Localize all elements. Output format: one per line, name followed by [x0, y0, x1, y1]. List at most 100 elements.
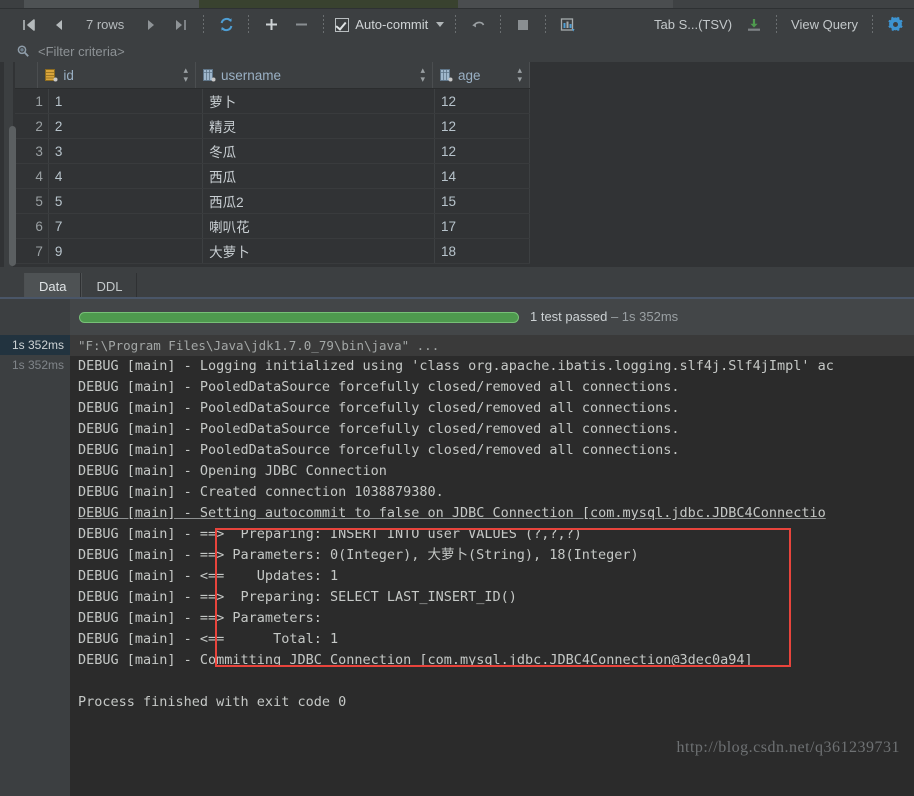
view-query-button[interactable]: View Query	[784, 17, 865, 32]
gear-icon[interactable]	[880, 14, 910, 36]
console-command-line: "F:\Program Files\Java\jdk1.7.0_79\bin\j…	[70, 335, 914, 356]
tab-ddl[interactable]: DDL	[81, 273, 138, 299]
sort-toggle-icon[interactable]: ▴ ▾	[420, 66, 425, 84]
undo-arrow-icon[interactable]	[463, 14, 493, 36]
grid-vertical-scrollbar[interactable]	[4, 62, 16, 267]
test-progress-bar-row: 1 test passed – 1s 352ms	[70, 299, 914, 335]
toolbar-separator	[776, 14, 778, 35]
filter-input-wrap[interactable]: <Filter criteria>	[0, 44, 125, 59]
tab-data[interactable]: Data	[24, 273, 82, 299]
chevron-down-icon[interactable]	[436, 22, 445, 27]
cell-username[interactable]: 精灵	[203, 114, 435, 138]
column-header-label: username	[221, 67, 282, 83]
cell-username[interactable]: 大萝卜	[203, 239, 435, 263]
toolbar-left-group: 7 rows Auto-commit	[0, 14, 583, 36]
auto-commit-checkbox[interactable]	[335, 17, 350, 32]
grid-scrollbar-thumb[interactable]	[9, 126, 16, 266]
auto-commit-label: Auto-commit	[355, 17, 429, 32]
stop-square-icon[interactable]	[508, 14, 538, 36]
cell-id[interactable]: 7	[49, 214, 204, 238]
console-log-line: DEBUG [main] - PooledDataSource forceful…	[78, 400, 680, 416]
cell-age[interactable]: 12	[435, 114, 530, 138]
table-row[interactable]: 3 3 冬瓜 12	[15, 139, 530, 164]
test-progress-bar	[79, 312, 519, 323]
table-header-row: id ▴ ▾ username ▴ ▾ age ▴ ▾	[15, 62, 530, 89]
row-number-cell: 4	[15, 164, 49, 188]
cell-id[interactable]: 4	[49, 164, 204, 188]
console-log-line: DEBUG [main] - ==> Parameters:	[78, 610, 322, 626]
column-header-label: id	[63, 67, 74, 83]
cell-id[interactable]: 3	[49, 139, 204, 163]
cell-age[interactable]: 15	[435, 189, 530, 213]
column-header-id[interactable]: id ▴ ▾	[38, 62, 197, 88]
skip-to-last-icon[interactable]	[166, 14, 196, 36]
filter-bar[interactable]: <Filter criteria>	[0, 40, 914, 63]
cell-username[interactable]: 萝卜	[203, 89, 435, 113]
cell-username[interactable]: 冬瓜	[203, 139, 435, 163]
gutter-timestamp: 1s 352ms	[0, 335, 70, 355]
cell-age[interactable]: 12	[435, 89, 530, 113]
test-runner-panel: 1 test passed – 1s 352ms 1s 352ms 1s 352m…	[0, 299, 914, 796]
table-row[interactable]: 5 5 西瓜2 15	[15, 189, 530, 214]
table-row[interactable]: 4 4 西瓜 14	[15, 164, 530, 189]
skip-to-first-icon[interactable]	[14, 14, 44, 36]
output-format-label[interactable]: Tab S...(TSV)	[647, 17, 739, 32]
console-log-line: DEBUG [main] - PooledDataSource forceful…	[78, 442, 680, 458]
filter-criteria-input[interactable]: <Filter criteria>	[38, 44, 125, 59]
toolbar-separator	[203, 14, 205, 35]
result-grid: id ▴ ▾ username ▴ ▾ age ▴ ▾ 1 1 萝卜 12 2 …	[0, 62, 914, 332]
toolbar-separator	[872, 14, 873, 35]
cell-username[interactable]: 西瓜2	[203, 189, 435, 213]
column-header-username[interactable]: username ▴ ▾	[196, 62, 433, 88]
table-row[interactable]: 6 7 喇叭花 17	[15, 214, 530, 239]
watermark-text: http://blog.csdn.net/q361239731	[676, 739, 900, 756]
next-page-icon[interactable]	[136, 14, 166, 36]
console-log-line: DEBUG [main] - Logging initialized using…	[78, 358, 834, 374]
table-row[interactable]: 7 9 大萝卜 18	[15, 239, 530, 264]
cell-id[interactable]: 5	[49, 189, 204, 213]
cell-age[interactable]: 17	[435, 214, 530, 238]
table-row[interactable]: 1 1 萝卜 12	[15, 89, 530, 114]
cell-username[interactable]: 西瓜	[203, 164, 435, 188]
cell-age[interactable]: 12	[435, 139, 530, 163]
console-line-list: "F:\Program Files\Java\jdk1.7.0_79\bin\j…	[70, 335, 914, 713]
column-header-label: age	[458, 67, 481, 83]
toolbar-separator	[248, 14, 250, 35]
toolbar-separator	[545, 14, 547, 35]
cell-username[interactable]: 喇叭花	[203, 214, 435, 238]
console-output[interactable]: "F:\Program Files\Java\jdk1.7.0_79\bin\j…	[70, 335, 914, 796]
toolbar-right-group: Tab S...(TSV) View Query	[647, 14, 914, 36]
grid-tab-strip: Data DDL	[0, 267, 914, 299]
cell-age[interactable]: 14	[435, 164, 530, 188]
table-column-icon	[439, 68, 453, 82]
test-status-text: 1 test passed – 1s 352ms	[530, 309, 678, 324]
console-log-line[interactable]: DEBUG [main] - Setting autocommit to fal…	[70, 503, 914, 524]
auto-commit-toggle[interactable]: Auto-commit	[331, 14, 448, 36]
previous-page-icon[interactable]	[44, 14, 74, 36]
sort-toggle-icon[interactable]: ▴ ▾	[517, 66, 522, 84]
filter-search-icon	[16, 44, 30, 58]
sort-toggle-icon[interactable]: ▴ ▾	[184, 66, 189, 84]
cell-age[interactable]: 18	[435, 239, 530, 263]
row-number-cell: 3	[15, 139, 49, 163]
console-log-line: DEBUG [main] - Committing JDBC Connectio…	[78, 652, 753, 668]
toolbar-separator	[455, 14, 457, 35]
toolbar-separator	[323, 14, 325, 35]
console-log-line: Process finished with exit code 0	[78, 694, 347, 710]
toolbar-separator	[500, 14, 502, 35]
cell-id[interactable]: 9	[49, 239, 204, 263]
table-row[interactable]: 2 2 精灵 12	[15, 114, 530, 139]
database-export-icon[interactable]	[553, 14, 583, 36]
minus-icon[interactable]	[286, 14, 316, 36]
download-icon[interactable]	[739, 14, 769, 36]
console-log-line: DEBUG [main] - Created connection 103887…	[78, 484, 444, 500]
cell-id[interactable]: 1	[49, 89, 204, 113]
reload-icon[interactable]	[211, 14, 241, 36]
row-number-cell: 5	[15, 189, 49, 213]
result-table: id ▴ ▾ username ▴ ▾ age ▴ ▾ 1 1 萝卜 12 2 …	[15, 62, 530, 264]
console-log-line: DEBUG [main] - ==> Preparing: INSERT INT…	[78, 526, 582, 542]
column-header-age[interactable]: age ▴ ▾	[433, 62, 530, 88]
cell-id[interactable]: 2	[49, 114, 204, 138]
plus-icon[interactable]	[256, 14, 286, 36]
row-number-cell: 6	[15, 214, 49, 238]
